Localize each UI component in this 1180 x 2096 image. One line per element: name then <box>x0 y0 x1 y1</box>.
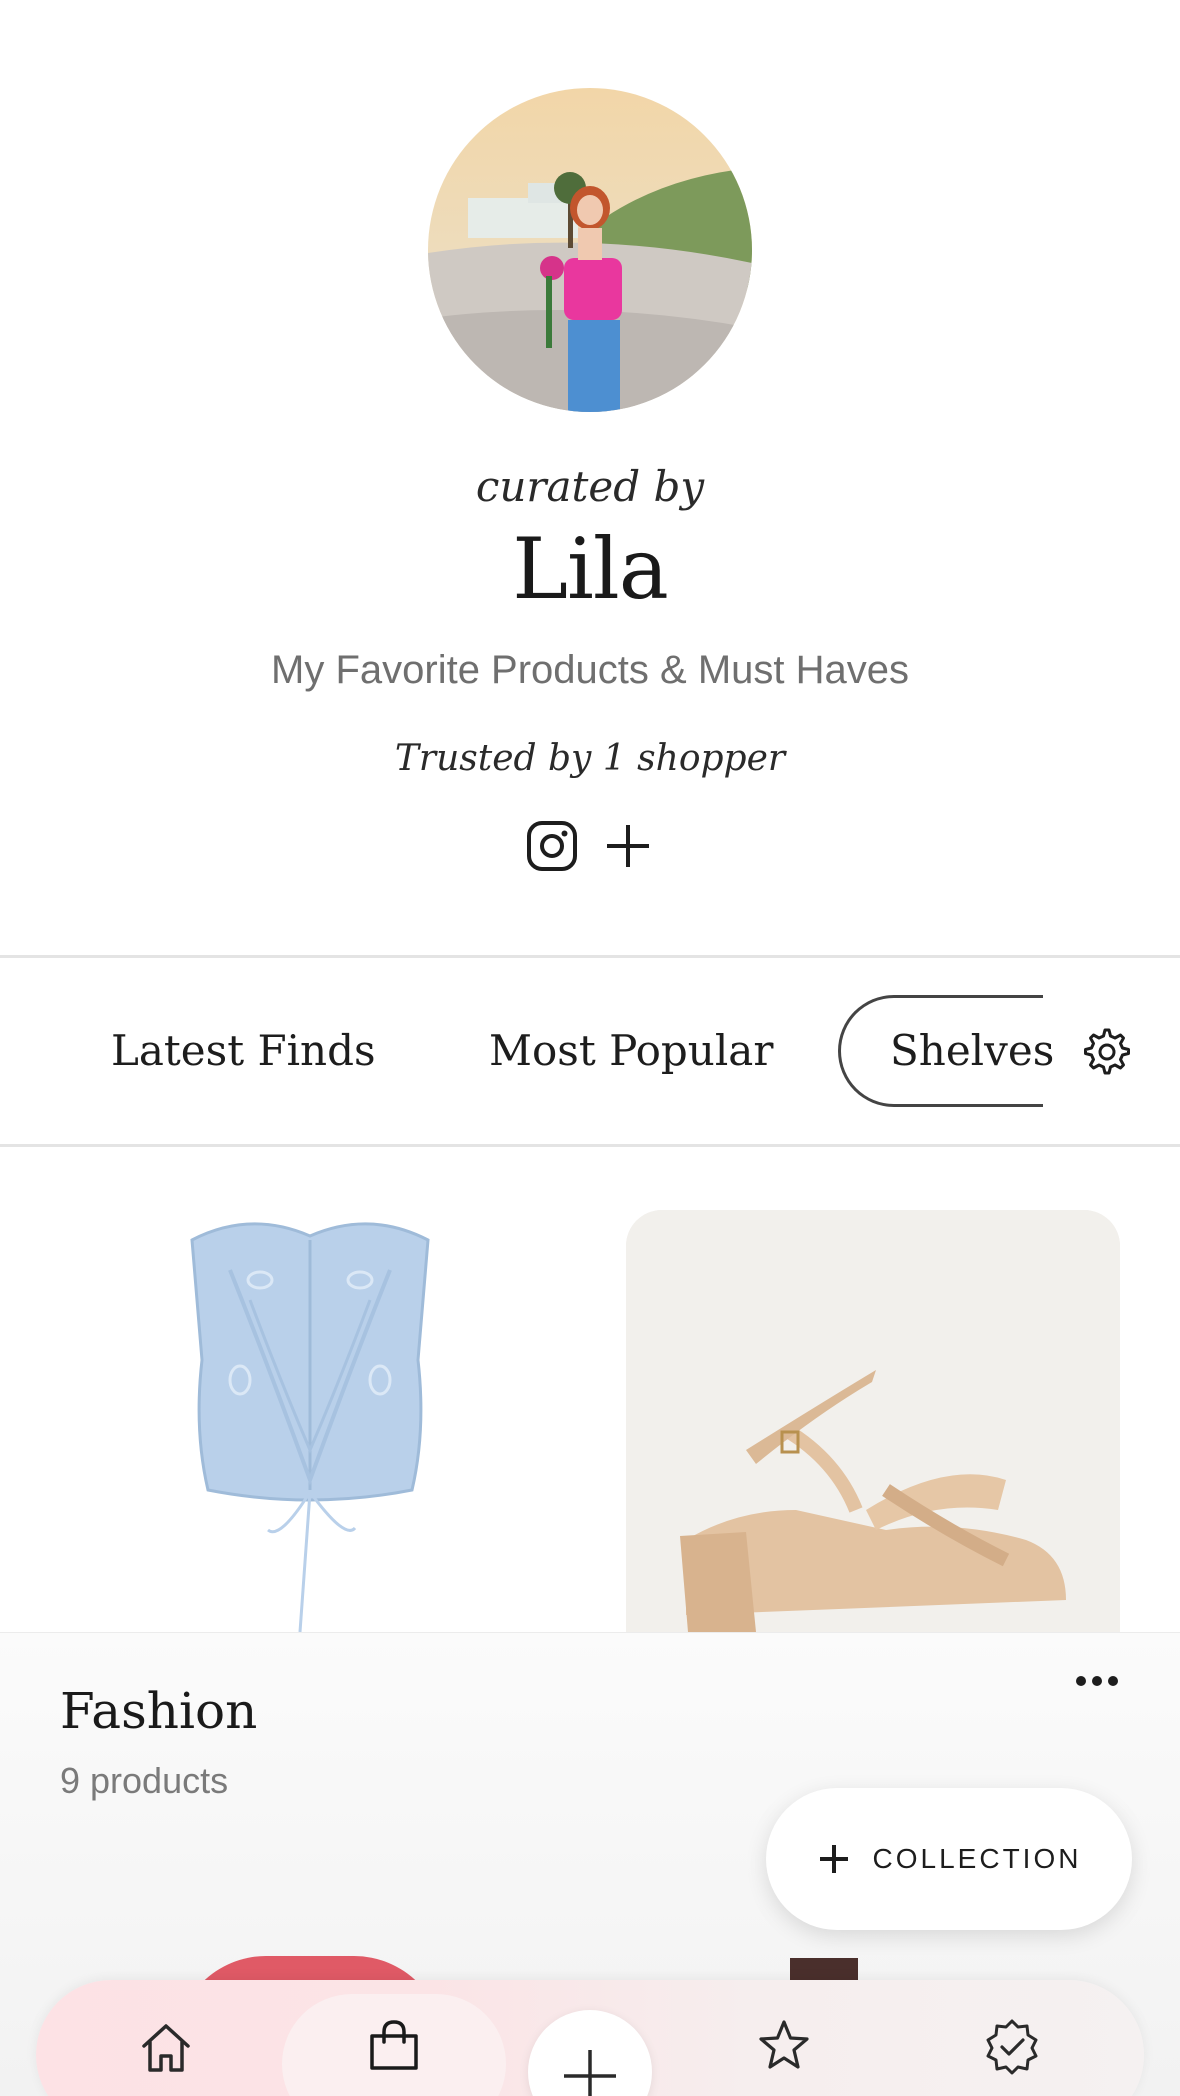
add-social-plus-icon[interactable] <box>600 818 656 874</box>
more-options-icon[interactable] <box>1072 1660 1122 1702</box>
avatar-photo <box>428 88 752 412</box>
nav-home[interactable] <box>136 2018 196 2078</box>
profile-avatar[interactable] <box>428 88 752 412</box>
profile-tab-bar: Latest Finds Most Popular Shelves <box>0 955 1180 1147</box>
tab-latest-finds[interactable]: Latest Finds <box>111 958 376 1144</box>
social-links <box>524 818 656 874</box>
tab-most-popular[interactable]: Most Popular <box>489 958 773 1144</box>
tab-shelves[interactable]: Shelves <box>890 958 1054 1144</box>
gear-icon[interactable] <box>1082 1027 1132 1077</box>
creator-name: Lila <box>512 520 669 618</box>
product-image-corset[interactable] <box>150 1210 470 1632</box>
collection-title: Fashion <box>60 1682 258 1740</box>
add-icon <box>564 2050 616 2096</box>
add-collection-label: COLLECTION <box>872 1843 1082 1874</box>
plus-icon <box>819 1845 848 1873</box>
nav-favorites[interactable] <box>754 2016 814 2076</box>
trusted-by-label: Trusted by 1 shopper <box>394 738 786 779</box>
nav-verified[interactable] <box>982 2016 1042 2076</box>
add-collection-button[interactable]: COLLECTION <box>766 1788 1132 1930</box>
instagram-icon[interactable] <box>524 818 580 874</box>
shopping-bag-icon <box>370 2020 418 2070</box>
profile-tagline: My Favorite Products & Must Haves <box>271 648 909 692</box>
nav-shop[interactable] <box>364 2016 424 2076</box>
home-icon <box>142 2024 190 2072</box>
curated-by-label: curated by <box>475 462 705 511</box>
verified-badge-icon <box>986 2019 1038 2075</box>
collection-product-count: 9 products <box>60 1760 229 1801</box>
product-image-sandal[interactable] <box>626 1210 1120 1632</box>
star-icon <box>759 2020 809 2069</box>
